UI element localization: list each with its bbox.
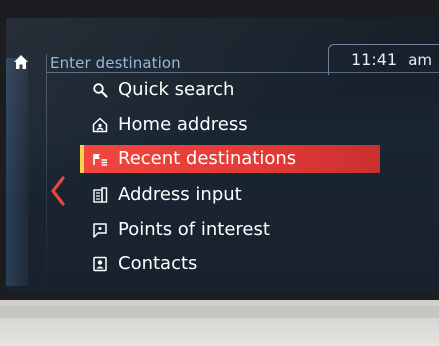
clock-ampm: am — [408, 51, 433, 69]
points-of-interest-icon — [93, 223, 107, 238]
search-icon — [93, 83, 108, 98]
menu-item-address-input[interactable]: Address input — [80, 181, 380, 209]
address-input-icon — [93, 187, 108, 203]
menu-item-label: Address input — [118, 184, 242, 205]
header-divider-vertical — [46, 54, 47, 294]
menu-item-label: Points of interest — [118, 219, 270, 240]
menu-item-label: Quick search — [118, 79, 235, 100]
menu-item-contacts[interactable]: Contacts — [80, 250, 380, 278]
contacts-icon — [93, 256, 107, 272]
infotainment-screen: Enter destination 11:41 am Quick search … — [6, 18, 439, 294]
side-panel — [6, 58, 28, 288]
home-icon[interactable] — [13, 54, 29, 70]
menu-item-home-address[interactable]: Home address — [80, 111, 380, 139]
menu-item-label: Recent destinations — [118, 148, 297, 169]
recent-destinations-icon — [93, 154, 107, 166]
screen-bottom-edge — [6, 286, 439, 294]
menu-item-label: Home address — [118, 114, 248, 135]
clock-time: 11:41 — [351, 50, 398, 69]
menu-item-recent-destinations[interactable]: Recent destinations — [80, 145, 380, 173]
menu-item-quick-search[interactable]: Quick search — [80, 76, 380, 104]
dashboard-shadow — [0, 306, 439, 318]
clock: 11:41 am — [351, 50, 432, 69]
home-address-icon — [92, 117, 108, 133]
page-title: Enter destination — [50, 54, 181, 72]
back-arrow-icon[interactable] — [50, 176, 66, 206]
menu-item-label: Contacts — [118, 253, 198, 274]
menu-item-points-of-interest[interactable]: Points of interest — [80, 216, 380, 244]
